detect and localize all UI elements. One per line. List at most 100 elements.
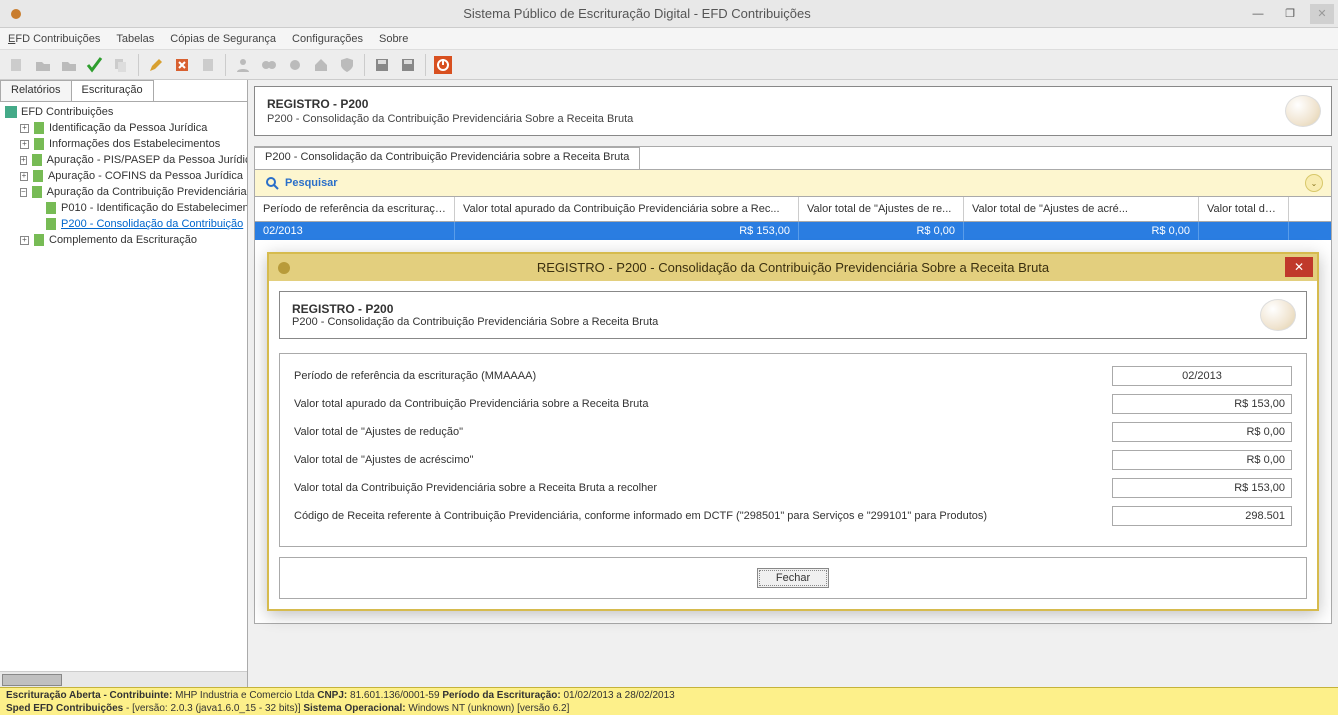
tb-folder-icon[interactable] [58,54,80,76]
form-value: R$ 0,00 [1112,422,1292,442]
tb-edit-icon[interactable] [145,54,167,76]
form-value: R$ 0,00 [1112,450,1292,470]
tb-user-icon[interactable] [232,54,254,76]
form-row: Valor total de "Ajustes de acréscimo" R$ … [294,450,1292,470]
statusbar: Escrituração Aberta - Contribuinte: MHP … [0,687,1338,715]
menu-sobre[interactable]: Sobre [379,33,408,45]
form-value: 02/2013 [1112,366,1292,386]
form-label: Código de Receita referente à Contribuiç… [294,510,987,522]
form-value: R$ 153,00 [1112,394,1292,414]
expand-icon[interactable]: + [20,140,29,149]
tb-gear-icon[interactable] [284,54,306,76]
toolbar [0,50,1338,80]
expand-icon[interactable]: + [20,124,29,133]
book-icon [4,105,18,119]
section: P200 - Consolidação da Contribuição Prev… [254,146,1332,624]
tb-binoc-icon[interactable] [258,54,280,76]
menubar: EFD Contribuições Tabelas Cópias de Segu… [0,28,1338,50]
tree-item[interactable]: +Identificação da Pessoa Jurídica [2,120,245,136]
cell: 02/2013 [255,222,455,240]
form-row: Código de Receita referente à Contribuiç… [294,506,1292,526]
doc-icon [32,137,46,151]
dialog: REGISTRO - P200 - Consolidação da Contri… [267,252,1319,611]
menu-tabelas[interactable]: Tabelas [116,33,154,45]
tb-separator [425,54,426,76]
status-label: CNPJ: [317,690,347,701]
right-panel: REGISTRO - P200 P200 - Consolidação da C… [248,80,1338,687]
maximize-button[interactable]: ❐ [1278,4,1302,24]
close-window-button[interactable]: ✕ [1310,4,1334,24]
expand-icon[interactable]: + [20,172,28,181]
dialog-inner-title: REGISTRO - P200 [292,302,1294,316]
cell: R$ 0,00 [964,222,1199,240]
tb-power-icon[interactable] [432,54,454,76]
tree-child[interactable]: P010 - Identificação do Estabelecimento [2,200,245,216]
tree-item[interactable]: +Informações dos Estabelecimentos [2,136,245,152]
col-header[interactable]: Período de referência da escrituração (M… [255,197,455,221]
status-label: Escrituração Aberta - Contribuinte: [6,690,172,701]
search-bar[interactable]: Pesquisar ⌄ [255,169,1331,197]
tb-home-icon[interactable] [310,54,332,76]
section-tab[interactable]: P200 - Consolidação da Contribuição Prev… [254,147,640,169]
menu-config[interactable]: Configurações [292,33,363,45]
doc-icon [30,185,44,199]
form-value: 298.501 [1112,506,1292,526]
registro-subtitle: P200 - Consolidação da Contribuição Prev… [267,113,1319,125]
expand-icon[interactable]: + [20,236,29,245]
form-value: R$ 153,00 [1112,478,1292,498]
form-row: Valor total da Contribuição Previdenciár… [294,478,1292,498]
tb-open-icon[interactable] [32,54,54,76]
tab-relatorios[interactable]: Relatórios [0,80,72,101]
app-icon [4,8,28,20]
status-value: 01/02/2013 a 28/02/2013 [563,690,674,701]
status-label: Sistema Operacional: [303,703,405,714]
tb-delete-icon[interactable] [171,54,193,76]
cell [1199,222,1289,240]
tree: EFD Contribuições +Identificação da Pess… [0,102,247,671]
expand-icon[interactable]: + [20,156,27,165]
table-row[interactable]: 02/2013 R$ 153,00 R$ 0,00 R$ 0,00 [255,222,1331,240]
tb-copy-icon[interactable] [110,54,132,76]
tab-escrituracao[interactable]: Escrituração [71,80,154,101]
col-header[interactable]: Valor total apurado da Contribuição Prev… [455,197,799,221]
form-row: Valor total apurado da Contribuição Prev… [294,394,1292,414]
search-label: Pesquisar [285,177,338,189]
form-row: Valor total de "Ajustes de redução"R$ 0,… [294,422,1292,442]
tree-item[interactable]: +Apuração - PIS/PASEP da Pessoa Jurídica [2,152,245,168]
menu-efd[interactable]: EFD Contribuições [8,33,100,45]
doc-icon [30,153,44,167]
tree-item[interactable]: −Apuração da Contribuição Previdenciária [2,184,245,200]
tree-child-selected[interactable]: P200 - Consolidação da Contribuição [2,216,245,232]
tb-save2-icon[interactable] [397,54,419,76]
status-value: Windows NT (unknown) [versão 6.2] [408,703,569,714]
horizontal-scrollbar[interactable] [0,671,247,687]
left-panel: Relatórios Escrituração EFD Contribuiçõe… [0,80,248,687]
tb-separator [364,54,365,76]
tree-item[interactable]: +Apuração - COFINS da Pessoa Jurídica [2,168,245,184]
menu-copias[interactable]: Cópias de Segurança [170,33,276,45]
tb-new-icon[interactable] [6,54,28,76]
tb-save1-icon[interactable] [371,54,393,76]
grid-header: Período de referência da escrituração (M… [255,197,1331,222]
cell: R$ 153,00 [455,222,799,240]
tb-check-icon[interactable] [84,54,106,76]
doc-icon [31,169,45,183]
form-label: Período de referência da escrituração (M… [294,370,536,382]
tb-shield-icon[interactable] [336,54,358,76]
col-header[interactable]: Valor total de "Ajustes de acré... [964,197,1199,221]
dialog-inner-subtitle: P200 - Consolidação da Contribuição Prev… [292,316,1294,328]
chevron-down-icon[interactable]: ⌄ [1305,174,1323,192]
col-header[interactable]: Valor total de "Ajustes de re... [799,197,964,221]
col-header[interactable]: Valor total da C... [1199,197,1289,221]
minimize-button[interactable]: — [1246,4,1270,24]
form-label: Valor total de "Ajustes de acréscimo" [294,454,473,466]
tree-item[interactable]: +Complemento da Escrituração [2,232,245,248]
close-button[interactable]: Fechar [757,568,829,588]
tb-doc-icon[interactable] [197,54,219,76]
dialog-close-button[interactable]: ✕ [1285,257,1313,277]
dialog-titlebar: REGISTRO - P200 - Consolidação da Contri… [269,254,1317,281]
doc-icon [32,121,46,135]
collapse-icon[interactable]: − [20,188,27,197]
form-area: Período de referência da escrituração (M… [279,353,1307,547]
tree-root[interactable]: EFD Contribuições [2,104,245,120]
